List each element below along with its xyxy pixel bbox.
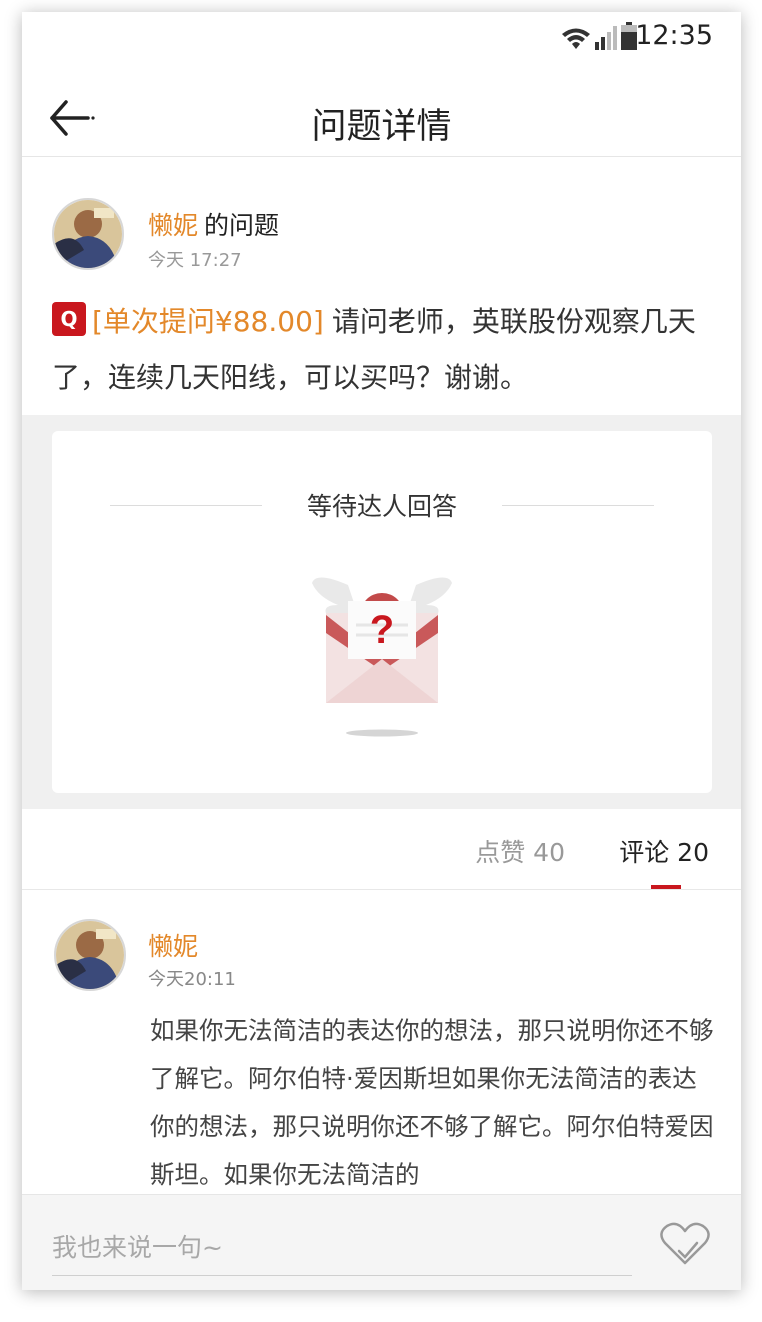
question-badge: Q <box>52 302 86 336</box>
comment-item: 懒妮 今天20:11 如果你无法简洁的表达你的想法，那只说明你还不够了解它。阿尔… <box>22 889 741 1194</box>
tab-comments[interactable]: 评论 20 <box>619 833 709 869</box>
status-bar: 12:35 <box>22 12 741 62</box>
tab-bar: 点赞 40 评论 20 <box>22 809 741 890</box>
status-icons <box>561 22 637 50</box>
comment-username[interactable]: 懒妮 <box>148 927 198 963</box>
comment-time: 今天20:11 <box>148 969 236 990</box>
avatar[interactable] <box>52 198 124 270</box>
signal-icon <box>595 26 617 50</box>
username[interactable]: 懒妮 <box>148 211 198 240</box>
question-time: 今天 17:27 <box>148 250 242 271</box>
wifi-icon <box>562 28 590 49</box>
heart-icon[interactable] <box>659 1221 711 1267</box>
avatar[interactable] <box>54 919 126 991</box>
status-time: 12:35 <box>635 20 713 51</box>
question-price: [单次提问¥88.00] <box>92 305 324 338</box>
comment-input[interactable] <box>52 1219 632 1276</box>
svg-text:?: ? <box>370 608 394 652</box>
answer-section: 等待达人回答 ? <box>22 415 741 809</box>
comment-input-bar <box>22 1194 741 1290</box>
avatar-image <box>54 200 122 268</box>
comment-text: 如果你无法简洁的表达你的想法，那只说明你还不够了解它。阿尔伯特·爱因斯坦如果你无… <box>150 1016 714 1189</box>
waiting-envelope-icon: ? <box>312 577 452 737</box>
tab-likes[interactable]: 点赞 40 <box>475 833 565 869</box>
answer-card: 等待达人回答 ? <box>52 431 712 793</box>
question-body: Q [单次提问¥88.00] 请问老师，英联股份观察几天了，连续几天阳线，可以买吗？… <box>52 294 718 406</box>
waiting-text: 等待达人回答 <box>306 492 457 521</box>
question-section: 懒妮 的问题 今天 17:27 Q [单次提问¥88.00] 请问老师，英联股份观察几… <box>22 168 741 426</box>
avatar-image <box>56 921 124 989</box>
question-author: 懒妮 的问题 <box>148 206 279 242</box>
page-title: 问题详情 <box>311 107 452 147</box>
top-nav-bar: 问题详情 <box>22 72 741 157</box>
question-suffix: 的问题 <box>204 211 280 240</box>
phone-screen: 12:35 问题详情 懒妮 的问题 今天 17:27 Q [单次提问¥88.00… <box>22 12 741 1290</box>
